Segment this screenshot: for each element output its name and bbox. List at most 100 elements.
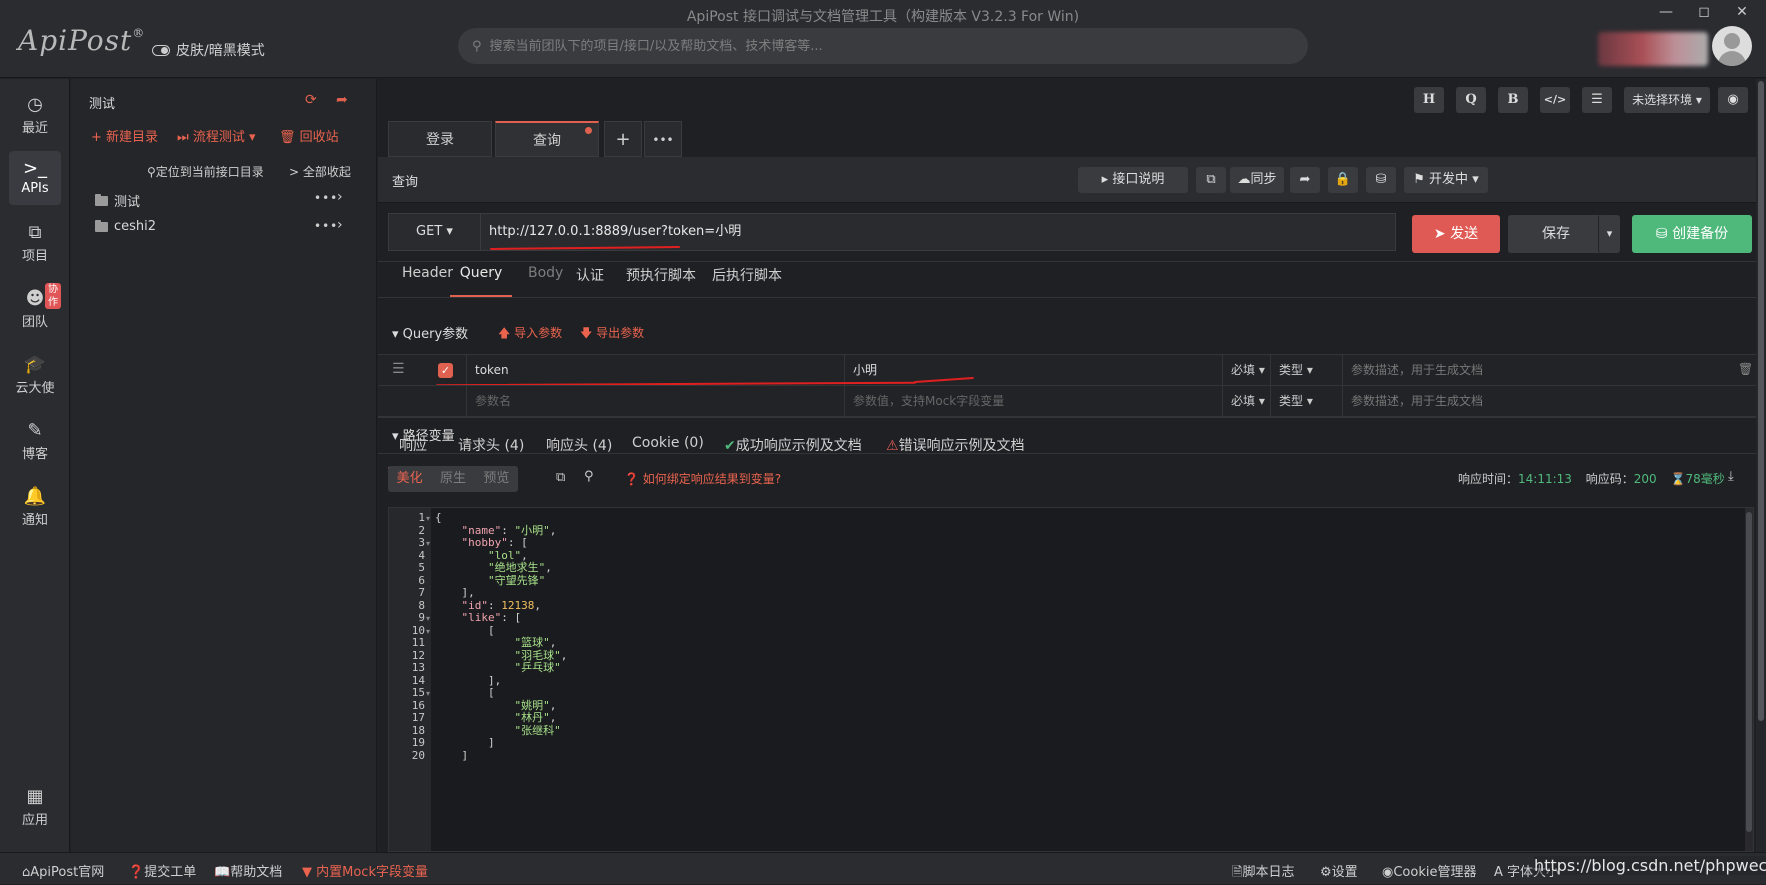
more-tabs-button[interactable]: ••• — [644, 121, 682, 157]
param-desc[interactable]: 参数描述，用于生成文档 — [1342, 386, 1742, 416]
subtab-header[interactable]: Header — [402, 265, 453, 297]
more-icon[interactable]: ••• — [314, 191, 338, 205]
maximize-button[interactable]: ◻ — [1690, 4, 1718, 24]
response-code-editor[interactable]: 1 ▾ 2 3 ▾ 4 5 6 7 8 9 ▾ 10 ▾ 11 12 13 14 15 ▾ 16 17 18 19 20 { "… — [388, 507, 1754, 852]
close-window-button[interactable]: ✕ — [1728, 4, 1756, 24]
tab-query[interactable]: 查询 — [495, 121, 599, 157]
param-desc[interactable]: 参数描述，用于生成文档 — [1342, 355, 1742, 385]
lock-icon[interactable]: 🔒 — [1328, 167, 1358, 193]
subtab-post-script[interactable]: 后执行脚本 — [712, 265, 782, 297]
import-params-button[interactable]: 🡅 导入参数 — [498, 324, 562, 345]
resp-tab-response[interactable]: 响应 — [388, 435, 438, 469]
footer-mock-link[interactable]: ▼ 内置Mock字段变量 — [302, 861, 428, 880]
fold-arrow-icon[interactable]: ▾ — [426, 539, 430, 548]
param-value[interactable]: 小明 — [844, 355, 1222, 385]
editor-scrollbar[interactable] — [1745, 508, 1753, 851]
download-icon[interactable]: ⤓ — [1728, 469, 1734, 484]
folder-item[interactable]: ceshi2 — [95, 219, 156, 234]
chevron-right-icon[interactable]: › — [337, 217, 343, 233]
share-icon[interactable]: ➦ — [1290, 167, 1320, 193]
footer-site-link[interactable]: ⌂ApiPost官网 — [22, 861, 104, 880]
save-dropdown[interactable]: ▾ — [1598, 215, 1620, 253]
database-icon[interactable]: ⛁ — [1366, 167, 1396, 193]
footer-settings[interactable]: ⚙设置 — [1320, 861, 1358, 880]
nav-apps[interactable]: ▦ 应用 — [9, 779, 61, 833]
param-key-placeholder[interactable]: 参数名 — [466, 386, 844, 416]
resp-tab-req-headers[interactable]: 请求头 (4) — [458, 435, 524, 469]
subtab-body[interactable]: Body — [528, 265, 563, 297]
nav-project[interactable]: ⧉ 项目 — [9, 215, 61, 269]
minimize-button[interactable]: — — [1652, 4, 1680, 24]
resp-tab-resp-headers[interactable]: 响应头 (4) — [546, 435, 612, 469]
theme-toggle[interactable]: 皮肤/暗黑模式 — [152, 40, 265, 60]
add-tab-button[interactable]: + — [604, 121, 642, 157]
copy-icon[interactable]: ⧉ — [1196, 167, 1226, 193]
subtab-query[interactable]: Query — [450, 265, 512, 297]
save-button[interactable]: 保存 — [1508, 215, 1608, 253]
fold-arrow-icon[interactable]: ▾ — [426, 627, 430, 636]
locate-button[interactable]: ⚲定位到当前接口目录 — [147, 163, 264, 180]
footer-ticket-link[interactable]: ❓提交工单 — [128, 861, 196, 880]
quote-button[interactable]: Q — [1456, 87, 1486, 113]
resp-tab-cookie[interactable]: Cookie (0) — [632, 435, 704, 469]
env-select[interactable]: 未选择环境 ▾ — [1624, 87, 1710, 113]
more-icon[interactable]: ••• — [314, 219, 338, 233]
url-input[interactable]: http://127.0.0.1:8889/user?token=小明 — [489, 214, 741, 250]
method-select[interactable]: GET ▾ — [389, 214, 481, 250]
avatar[interactable] — [1712, 26, 1752, 66]
type-select[interactable]: 类型 ▾ — [1270, 386, 1342, 416]
mode-pretty[interactable]: 美化 — [388, 466, 431, 492]
tab-login[interactable]: 登录 — [388, 121, 492, 157]
search-input[interactable] — [489, 38, 1270, 54]
copy-icon[interactable]: ⧉ — [556, 470, 565, 485]
drag-handle-icon[interactable]: ☰ — [392, 361, 405, 377]
backup-button[interactable]: ⛁ 创建备份 — [1632, 215, 1752, 253]
resp-tab-success-example[interactable]: ✔成功响应示例及文档 — [724, 435, 862, 469]
new-dir-button[interactable]: + 新建目录 — [91, 126, 158, 145]
type-select[interactable]: 类型 ▾ — [1270, 355, 1342, 385]
eye-icon[interactable]: ◉ — [1718, 87, 1748, 113]
sync-button[interactable]: ☁同步 — [1230, 167, 1284, 193]
nav-blog[interactable]: ✎ 博客 — [9, 413, 61, 467]
doc-button[interactable]: ▸ 接口说明 — [1078, 167, 1188, 193]
send-button[interactable]: ➤ 发送 — [1412, 215, 1500, 253]
footer-help-link[interactable]: 📖帮助文档 — [214, 861, 282, 880]
nav-recent[interactable]: ◷ 最近 — [9, 87, 61, 141]
nav-ambassador[interactable]: 🎓 云大使 — [9, 347, 61, 401]
export-params-button[interactable]: 🡇 导出参数 — [580, 324, 644, 345]
checkbox-checked[interactable]: ✓ — [438, 363, 453, 378]
param-key[interactable]: token — [466, 355, 844, 385]
subtab-auth[interactable]: 认证 — [576, 265, 604, 297]
bind-tip-link[interactable]: ❓ 如何绑定响应结果到变量? — [624, 470, 781, 487]
trash-icon[interactable]: 🗑 — [1738, 362, 1753, 376]
nav-team[interactable]: ☻ 团队 协作 — [9, 281, 61, 335]
status-select[interactable]: ⚑ 开发中 ▾ — [1404, 167, 1488, 193]
mode-preview[interactable]: 预览 — [475, 466, 518, 492]
heading-button[interactable]: H — [1414, 87, 1444, 113]
fold-arrow-icon[interactable]: ▾ — [426, 514, 430, 523]
fold-arrow-icon[interactable]: ▾ — [426, 689, 430, 698]
refresh-icon[interactable]: ⟳ — [305, 92, 317, 108]
query-section-header[interactable]: ▾ Query参数 — [392, 323, 468, 342]
subtab-pre-script[interactable]: 预执行脚本 — [626, 265, 696, 297]
nav-apis[interactable]: >_ APIs — [9, 151, 61, 205]
footer-cookie-manager[interactable]: ◉Cookie管理器 — [1382, 861, 1476, 880]
required-select[interactable]: 必填 ▾ — [1222, 386, 1270, 416]
global-search[interactable]: ⚲ — [458, 28, 1308, 64]
main-scrollbar[interactable] — [1756, 79, 1766, 852]
mode-raw[interactable]: 原生 — [431, 466, 474, 492]
footer-script-log[interactable]: 🗎脚本日志 — [1232, 861, 1294, 885]
param-value-placeholder[interactable]: 参数值，支持Mock字段变量 — [844, 386, 1222, 416]
flow-test-button[interactable]: ⏭ 流程测试 ▾ — [177, 126, 256, 145]
fold-arrow-icon[interactable]: ▾ — [426, 614, 430, 623]
nav-notify[interactable]: 🔔 通知 — [9, 479, 61, 533]
folder-item[interactable]: 测试 — [95, 191, 140, 210]
code-button[interactable]: </> — [1540, 87, 1570, 113]
collapse-all-button[interactable]: > 全部收起 — [289, 163, 351, 180]
sliders-icon[interactable]: ☰ — [1582, 87, 1612, 113]
chevron-right-icon[interactable]: › — [337, 189, 343, 205]
bold-button[interactable]: B — [1498, 87, 1528, 113]
search-icon[interactable]: ⚲ — [584, 469, 594, 484]
required-select[interactable]: 必填 ▾ — [1222, 355, 1270, 385]
recycle-button[interactable]: 🗑 回收站 — [279, 126, 339, 145]
